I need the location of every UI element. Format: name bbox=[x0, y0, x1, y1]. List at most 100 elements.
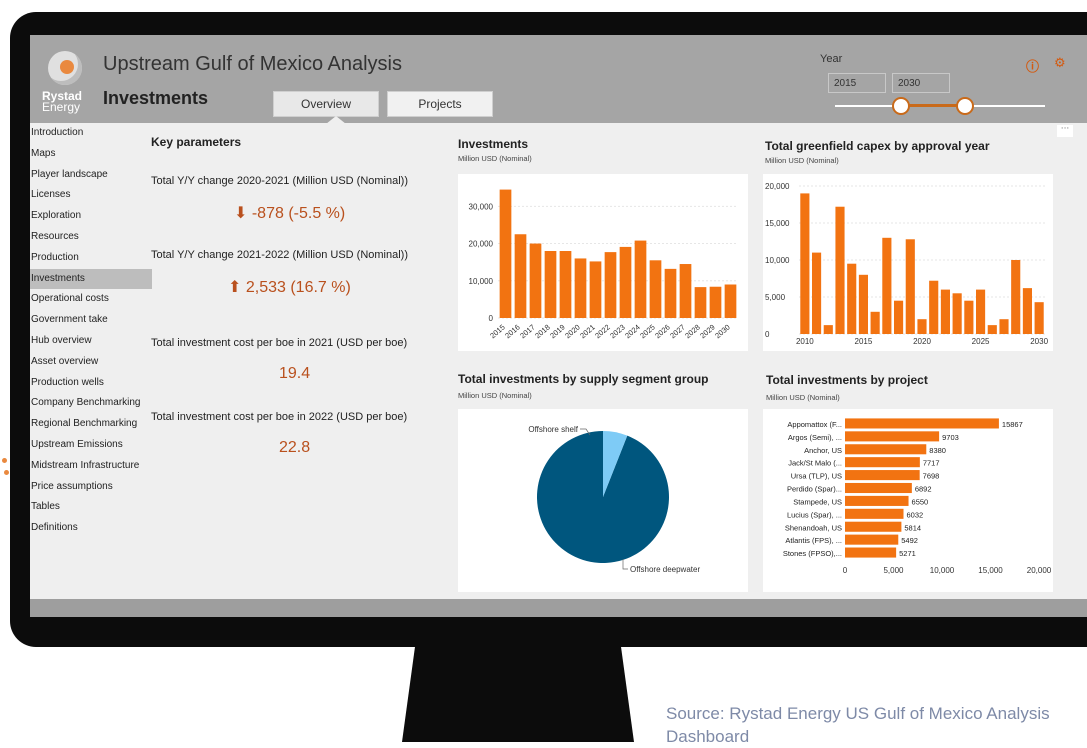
bar bbox=[589, 261, 602, 318]
gear-icon[interactable]: ⚙ bbox=[1054, 56, 1066, 71]
pie-leader-line bbox=[622, 559, 628, 570]
dashboard-screen: Rystad Energy Upstream Gulf of Mexico An… bbox=[30, 35, 1087, 617]
year-to-input[interactable]: 2030 bbox=[892, 73, 950, 93]
bar bbox=[694, 287, 707, 318]
x-tick-label: 2030 bbox=[713, 323, 732, 341]
year-from-input[interactable]: 2015 bbox=[828, 73, 886, 93]
kpi-label-cost-boe-2021: Total investment cost per boe in 2021 (U… bbox=[151, 337, 408, 349]
page-title: Investments bbox=[103, 88, 209, 108]
dashboard-footer-bar bbox=[30, 599, 1087, 617]
kpi-label-yoy-2022: Total Y/Y change 2021-2022 (Million USD … bbox=[151, 249, 408, 261]
sidebar-item-government-take[interactable]: Government take bbox=[30, 310, 152, 331]
bar bbox=[847, 263, 857, 334]
app-title: Upstream Gulf of Mexico Analysis bbox=[103, 53, 402, 75]
kpi-label-cost-boe-2022: Total investment cost per boe in 2022 (U… bbox=[151, 411, 408, 423]
bar bbox=[845, 547, 897, 558]
segment-chart-subtitle: Million USD (Nominal) bbox=[458, 391, 532, 400]
dashboard-body: ··· Introduction Maps Player landscape L… bbox=[30, 123, 1087, 599]
y-category-label: Anchor, US bbox=[804, 446, 842, 455]
bar bbox=[845, 495, 909, 506]
project-chart: 0 5,000 10,000 15,000 20,000 Appomattox (F...… bbox=[763, 409, 1053, 592]
bar bbox=[1022, 288, 1032, 334]
segment-chart: Offshore shelf Offshore deepwater bbox=[458, 409, 748, 592]
y-category-label: Atlantis (FPS), ... bbox=[785, 536, 842, 545]
sidebar-item-production-wells[interactable]: Production wells bbox=[30, 373, 152, 394]
sidebar-item-asset-overview[interactable]: Asset overview bbox=[30, 352, 152, 373]
y-tick-label: 30,000 bbox=[469, 202, 494, 211]
bar bbox=[812, 252, 822, 334]
sidebar-item-introduction[interactable]: Introduction bbox=[30, 123, 152, 144]
sidebar-item-tables[interactable]: Tables bbox=[30, 497, 152, 518]
sidebar-nav: Introduction Maps Player landscape Licen… bbox=[30, 123, 152, 539]
y-category-label: Argos (Semi), ... bbox=[788, 433, 842, 442]
sidebar-item-maps[interactable]: Maps bbox=[30, 144, 152, 165]
data-label: 15867 bbox=[1002, 420, 1023, 429]
y-tick-label: 15,000 bbox=[765, 219, 790, 228]
key-parameters-title: Key parameters bbox=[151, 135, 242, 149]
sidebar-item-company-benchmarking[interactable]: Company Benchmarking bbox=[30, 393, 152, 414]
bar bbox=[604, 252, 617, 318]
sidebar-item-licenses[interactable]: Licenses bbox=[30, 185, 152, 206]
bar bbox=[709, 286, 722, 318]
bar bbox=[870, 311, 880, 334]
bar bbox=[634, 240, 647, 318]
x-tick-label: 2025 bbox=[972, 337, 990, 346]
greenfield-chart-svg: 0 5,000 10,000 15,000 20,000 2010 2015 2020 2025… bbox=[765, 182, 1049, 346]
sidebar-item-price-assumptions[interactable]: Price assumptions bbox=[30, 477, 152, 498]
investments-chart-title: Investments bbox=[458, 137, 529, 151]
greenfield-chart: 0 5,000 10,000 15,000 20,000 2010 2015 2020 2025… bbox=[763, 174, 1053, 351]
x-tick-label: 2020 bbox=[913, 337, 931, 346]
sidebar-item-operational-costs[interactable]: Operational costs bbox=[30, 289, 152, 310]
project-chart-title: Total investments by project bbox=[766, 373, 928, 387]
kpi-value-cost-boe-2021: 19.4 bbox=[279, 365, 311, 382]
info-icon[interactable]: ⓘ bbox=[1026, 56, 1039, 75]
y-category-label: Shenandoah, US bbox=[785, 523, 842, 532]
sidebar-item-definitions[interactable]: Definitions bbox=[30, 518, 152, 539]
sidebar-item-player-landscape[interactable]: Player landscape bbox=[30, 165, 152, 186]
sidebar-item-investments[interactable]: Investments bbox=[30, 268, 152, 290]
bar bbox=[619, 246, 632, 318]
x-tick-label: 15,000 bbox=[978, 566, 1003, 575]
bar bbox=[845, 470, 920, 481]
decorative-dot bbox=[2, 458, 7, 463]
investments-chart: 0 10,000 20,000 30,000 2015 2016 2017 2018 2019 2… bbox=[458, 174, 748, 351]
year-filter-label: Year bbox=[820, 53, 843, 65]
sidebar-item-midstream-infrastructure[interactable]: Midstream Infrastructure bbox=[30, 456, 152, 477]
bar bbox=[800, 193, 810, 334]
y-category-label: Stampede, US bbox=[793, 497, 842, 506]
investments-chart-svg: 010,00020,00030,000201520162017201820192… bbox=[469, 189, 738, 341]
sidebar-item-upstream-emissions[interactable]: Upstream Emissions bbox=[30, 435, 152, 456]
bar bbox=[845, 431, 940, 442]
y-tick-label: 0 bbox=[765, 330, 770, 339]
x-tick-label: 0 bbox=[843, 566, 848, 575]
bar bbox=[845, 444, 927, 455]
sidebar-item-hub-overview[interactable]: Hub overview bbox=[30, 331, 152, 352]
tab-overview[interactable]: Overview bbox=[273, 91, 379, 117]
rystad-logo-icon bbox=[48, 51, 82, 85]
bar bbox=[574, 258, 587, 318]
bar bbox=[929, 280, 939, 334]
more-options-button[interactable]: ··· bbox=[1057, 125, 1073, 137]
sidebar-item-production[interactable]: Production bbox=[30, 248, 152, 269]
segment-chart-svg: Offshore shelf Offshore deepwater bbox=[528, 425, 700, 574]
tab-projects[interactable]: Projects bbox=[387, 91, 493, 117]
y-category-label: Jack/St Malo (... bbox=[788, 459, 842, 468]
year-slider-start-handle[interactable] bbox=[892, 97, 910, 115]
sidebar-item-exploration[interactable]: Exploration bbox=[30, 206, 152, 227]
bar bbox=[514, 234, 527, 318]
data-label: 6892 bbox=[915, 485, 932, 494]
x-tick-label: 5,000 bbox=[883, 566, 904, 575]
y-category-label: Appomattox (F... bbox=[787, 420, 842, 429]
y-tick-label: 20,000 bbox=[765, 182, 790, 191]
bar bbox=[1011, 260, 1021, 334]
x-tick-label: 20,000 bbox=[1027, 566, 1052, 575]
year-slider-end-handle[interactable] bbox=[956, 97, 974, 115]
sidebar-item-resources[interactable]: Resources bbox=[30, 227, 152, 248]
bar bbox=[845, 418, 999, 429]
x-tick-label: 2015 bbox=[855, 337, 873, 346]
bar bbox=[964, 300, 974, 334]
kpi-value-yoy-2021: ⬇ -878 (-5.5 %) bbox=[234, 205, 346, 222]
segment-chart-title: Total investments by supply segment grou… bbox=[458, 372, 709, 386]
sidebar-item-regional-benchmarking[interactable]: Regional Benchmarking bbox=[30, 414, 152, 435]
y-tick-label: 0 bbox=[489, 314, 494, 323]
